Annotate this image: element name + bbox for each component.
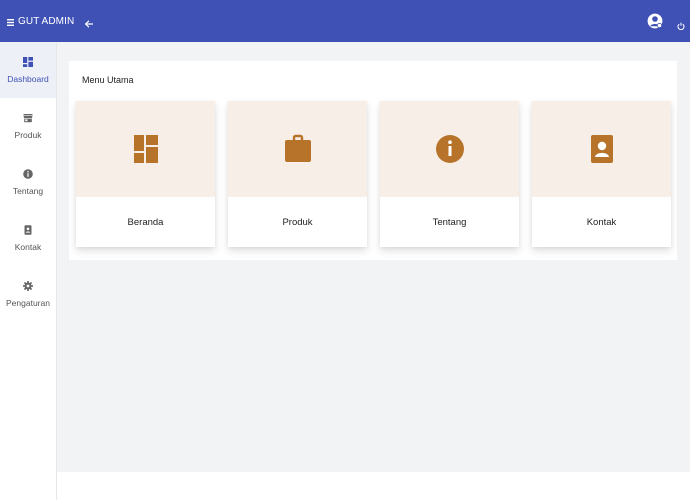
card-label: Tentang: [432, 216, 467, 228]
sidebar: Dashboard Produk Tentang Kontak Pengatur…: [0, 42, 57, 500]
card-label: Produk: [282, 216, 313, 228]
info-icon: [433, 132, 467, 166]
user-avatar-icon[interactable]: [647, 13, 663, 29]
sidebar-item-produk[interactable]: Produk: [0, 98, 56, 154]
brand[interactable]: GUT ADMIN: [7, 16, 74, 27]
sidebar-item-dashboard[interactable]: Dashboard: [0, 42, 56, 98]
contact-book-icon: [23, 224, 33, 235]
sidebar-item-kontak[interactable]: Kontak: [0, 210, 56, 266]
info-icon: [23, 168, 33, 179]
footer-strip: [57, 472, 690, 500]
sidebar-item-pengaturan[interactable]: Pengaturan: [0, 266, 56, 322]
sidebar-item-tentang[interactable]: Tentang: [0, 154, 56, 210]
card-kontak[interactable]: Kontak: [532, 101, 671, 247]
card-media: [380, 101, 519, 197]
sidebar-item-label: Pengaturan: [6, 297, 50, 308]
dashboard-icon: [23, 56, 33, 67]
card-media: [228, 101, 367, 197]
dashboard-icon: [129, 132, 163, 166]
card-media: [532, 101, 671, 197]
card-label: Kontak: [586, 216, 617, 228]
app-title: GUT ADMIN: [18, 15, 75, 27]
card-beranda[interactable]: Beranda: [76, 101, 215, 247]
gear-icon: [23, 280, 33, 291]
power-icon[interactable]: [677, 17, 685, 31]
card-tentang[interactable]: Tentang: [380, 101, 519, 247]
contact-icon: [585, 132, 619, 166]
store-icon: [23, 113, 33, 123]
menu-icon[interactable]: [7, 18, 14, 26]
briefcase-icon: [281, 132, 315, 166]
page-title: Menu Utama: [82, 75, 134, 85]
header-actions: [647, 0, 690, 42]
sidebar-item-label: Produk: [14, 129, 42, 140]
card-label: Beranda: [127, 216, 164, 228]
card-produk[interactable]: Produk: [228, 101, 367, 247]
back-arrow-icon[interactable]: [84, 16, 94, 28]
card-media: [76, 101, 215, 197]
top-app-bar: GUT ADMIN: [0, 0, 690, 42]
sidebar-item-label: Kontak: [14, 241, 42, 252]
sidebar-item-label: Tentang: [12, 185, 44, 196]
sidebar-item-label: Dashboard: [7, 73, 49, 84]
